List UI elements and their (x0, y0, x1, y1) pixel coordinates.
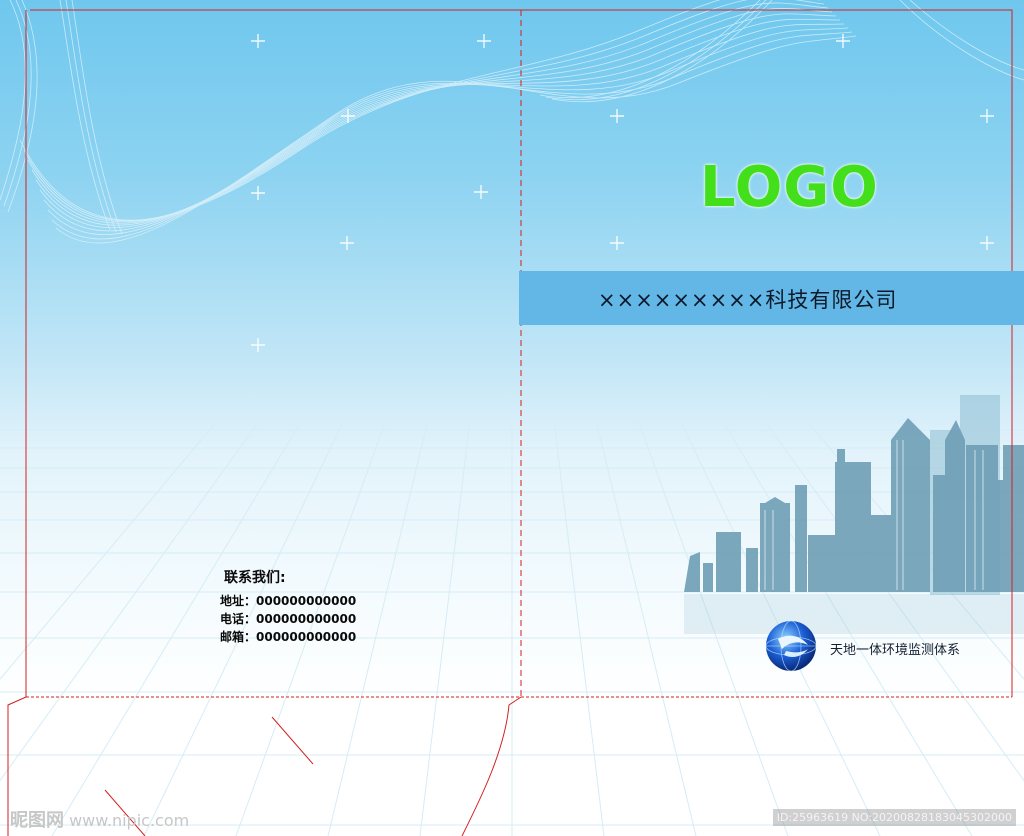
globe-icon (765, 620, 817, 672)
watermark-left: 昵图网 www.nipic.com (10, 806, 189, 832)
contact-address: 地址：000000000000 (220, 594, 357, 608)
contact-email: 邮箱：000000000000 (220, 630, 357, 644)
die-cut-lines (7, 9, 1013, 836)
background-artwork (0, 0, 1024, 836)
contact-title: 联系我们: (224, 570, 286, 586)
contact-phone: 电话：000000000000 (220, 612, 357, 626)
watermark-id: ID:25963619 NO:20200828183045302000 (772, 809, 1016, 826)
watermark-url: www.nipic.com (69, 811, 190, 830)
company-name: ×××××××××科技有限公司 (598, 288, 898, 312)
watermark-brand: 昵图网 (10, 810, 64, 831)
logo-text: LOGO (700, 155, 879, 220)
city-skyline-icon (684, 395, 1024, 634)
tagline-text: 天地一体环境监测体系 (830, 643, 961, 658)
